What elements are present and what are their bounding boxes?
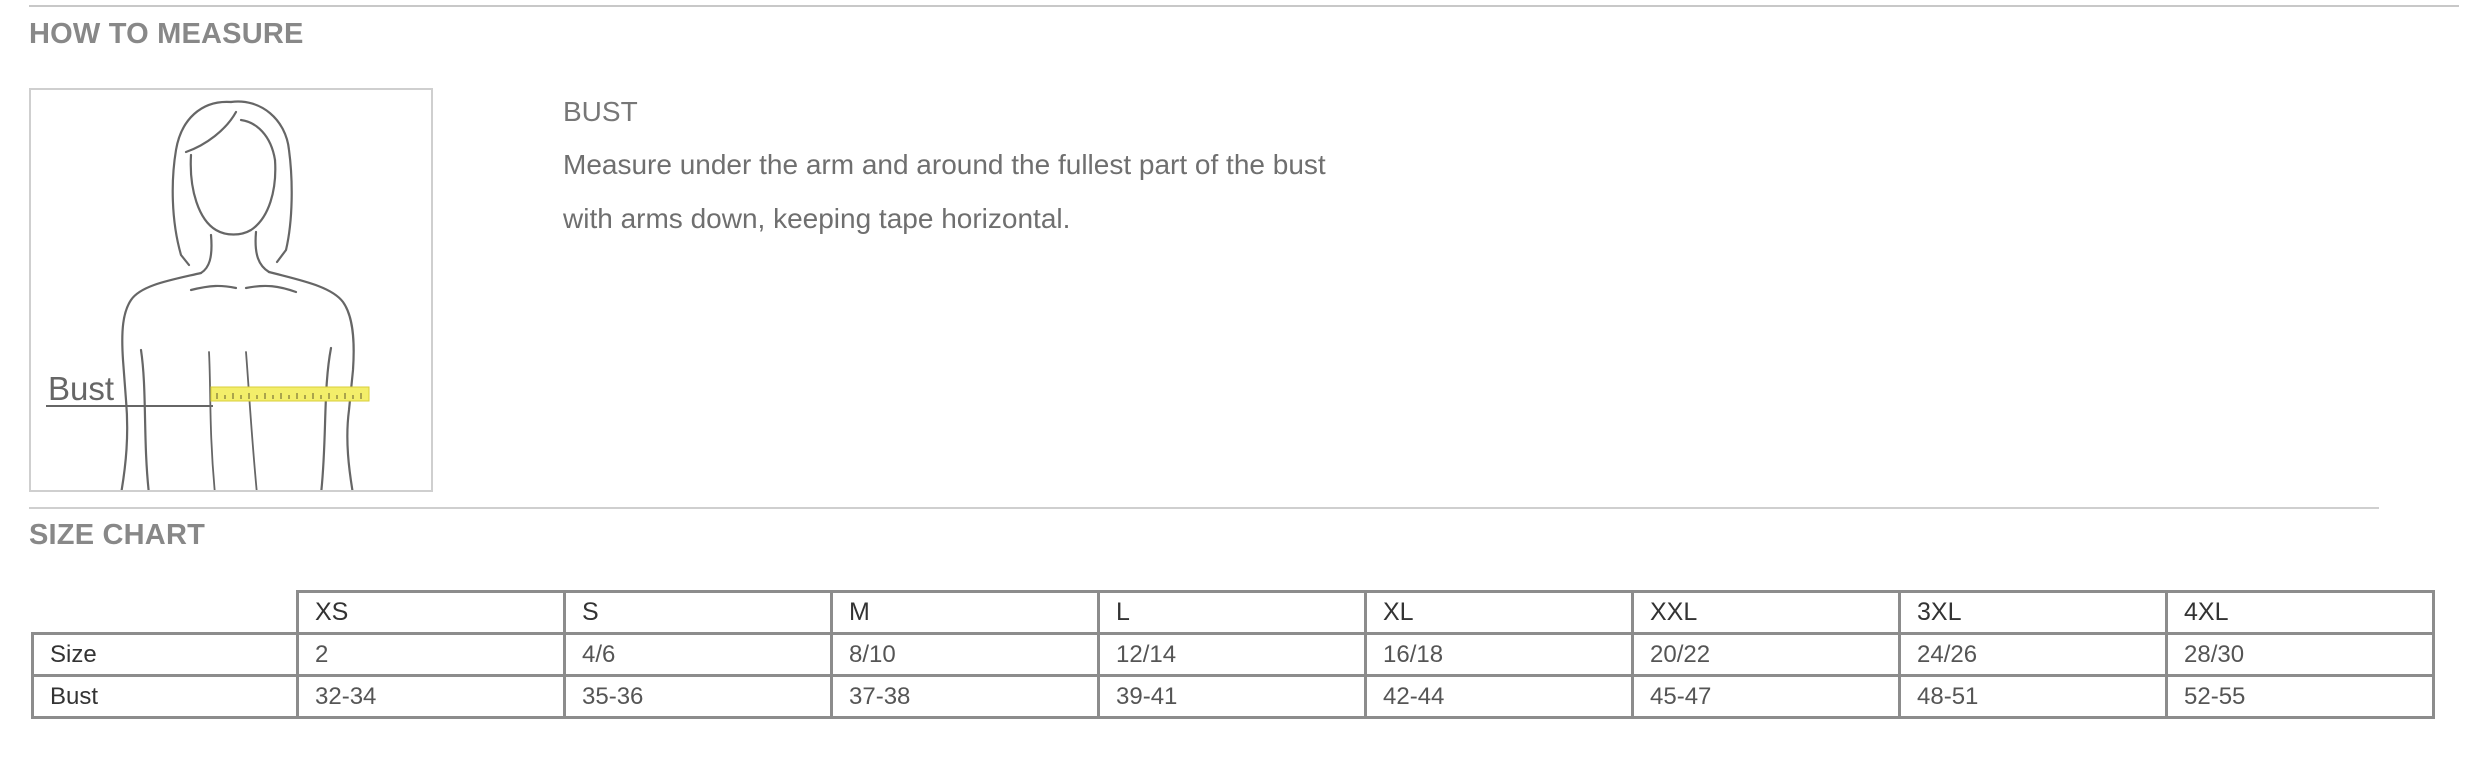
table-row: Bust 32-34 35-36 37-38 39-41 42-44 45-47…: [31, 674, 2435, 719]
column-header: 4XL: [2165, 590, 2435, 635]
column-header: XXL: [1631, 590, 1901, 635]
table-cell: 16/18: [1364, 632, 1634, 677]
column-header: L: [1097, 590, 1367, 635]
column-header: M: [830, 590, 1100, 635]
table-header-row: XS S M L XL XXL 3XL 4XL: [32, 590, 2435, 635]
table-cell: 24/26: [1898, 632, 2168, 677]
column-header: 3XL: [1898, 590, 2168, 635]
table-cell: 45-47: [1631, 674, 1901, 719]
size-chart-table: XS S M L XL XXL 3XL 4XL Size 2 4/6 8/10 …: [31, 590, 2435, 719]
measurement-title: BUST: [563, 96, 638, 127]
table-cell: 12/14: [1097, 632, 1367, 677]
bust-measure-illustration: Bust: [29, 88, 433, 492]
table-cell: 39-41: [1097, 674, 1367, 719]
table-cell: 28/30: [2165, 632, 2435, 677]
table-cell: 20/22: [1631, 632, 1901, 677]
table-cell: 52-55: [2165, 674, 2435, 719]
top-divider: [29, 5, 2459, 7]
column-header: XL: [1364, 590, 1634, 635]
size-chart-heading: SIZE CHART: [29, 519, 205, 551]
measurement-description-line-2: with arms down, keeping tape horizontal.: [563, 203, 1071, 234]
table-row: Size 2 4/6 8/10 12/14 16/18 20/22 24/26 …: [31, 632, 2435, 677]
how-to-measure-heading: HOW TO MEASURE: [29, 18, 304, 50]
table-cell: 35-36: [563, 674, 833, 719]
table-cell: 8/10: [830, 632, 1100, 677]
section-divider: [29, 507, 2379, 509]
table-cell: 42-44: [1364, 674, 1634, 719]
table-cell: 4/6: [563, 632, 833, 677]
table-cell: 48-51: [1898, 674, 2168, 719]
woman-figure-icon: [46, 100, 370, 490]
measurement-description-line-1: Measure under the arm and around the ful…: [563, 149, 1326, 180]
table-cell: 32-34: [296, 674, 566, 719]
bust-figure-label: Bust: [48, 370, 115, 407]
table-corner-cell: [32, 591, 299, 635]
table-cell: 37-38: [830, 674, 1100, 719]
table-cell: 2: [296, 632, 566, 677]
row-label: Bust: [31, 674, 299, 719]
row-label: Size: [31, 632, 299, 677]
column-header: XS: [296, 590, 566, 635]
column-header: S: [563, 590, 833, 635]
